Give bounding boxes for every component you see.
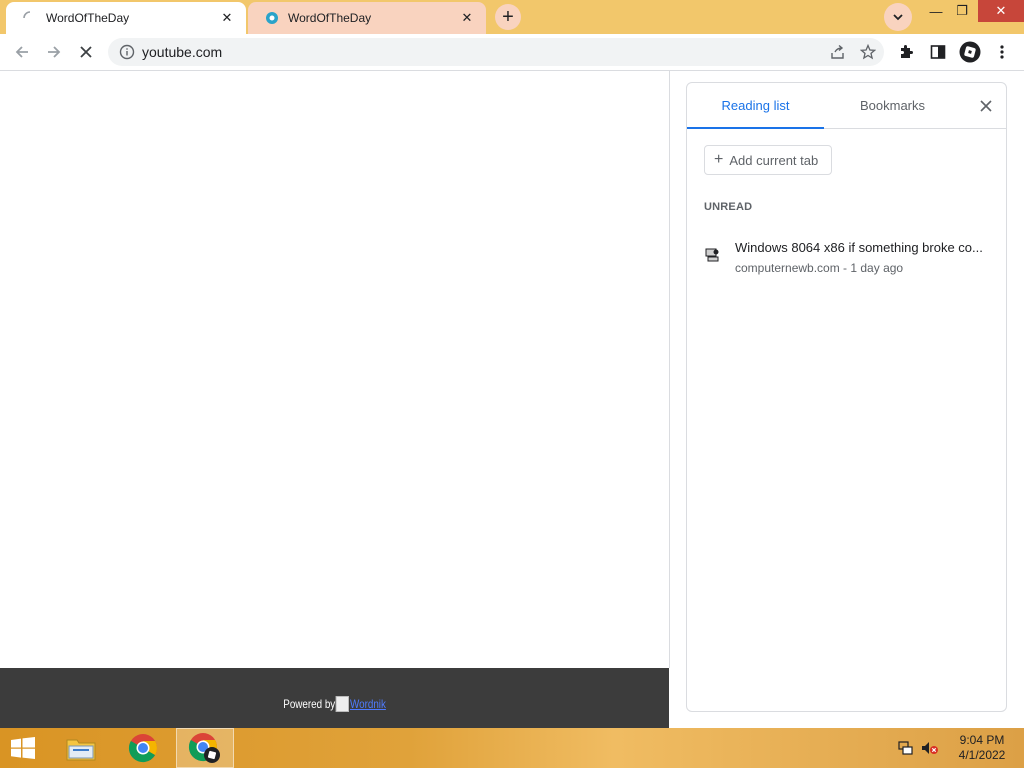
share-button[interactable] bbox=[824, 40, 852, 64]
share-icon bbox=[831, 44, 844, 59]
broken-image-icon bbox=[335, 696, 350, 712]
wordnik-link[interactable]: Wordnik bbox=[335, 696, 386, 712]
tab-close-icon[interactable]: ✕ bbox=[218, 9, 236, 27]
start-button[interactable] bbox=[0, 728, 46, 768]
site-info-icon[interactable] bbox=[118, 43, 136, 61]
tab-wordoftheday-active[interactable]: WordOfTheDay ✕ bbox=[6, 2, 246, 34]
puzzle-icon bbox=[901, 45, 913, 58]
chrome-profile-icon bbox=[188, 733, 220, 763]
arrow-right-icon bbox=[48, 46, 61, 58]
tab-wordoftheday[interactable]: WordOfTheDay ✕ bbox=[248, 2, 486, 34]
windows-logo-icon bbox=[11, 737, 35, 759]
close-icon bbox=[980, 100, 992, 112]
computer-favicon-icon bbox=[704, 247, 720, 263]
chrome-icon bbox=[128, 734, 157, 763]
powered-by: Powered by Wordnik bbox=[283, 680, 386, 728]
tab-bookmarks[interactable]: Bookmarks bbox=[824, 83, 961, 128]
reading-list-item[interactable]: Windows 8064 x86 if something broke co..… bbox=[687, 233, 1006, 279]
tab-strip: WordOfTheDay ✕ WordOfTheDay ✕ + — ❐ ✕ bbox=[0, 0, 1024, 34]
close-side-panel-button[interactable] bbox=[976, 96, 996, 116]
system-clock[interactable]: 9:04 PM 4/1/2022 bbox=[950, 733, 1014, 763]
back-button[interactable] bbox=[10, 40, 34, 64]
tab-search-button[interactable] bbox=[884, 3, 912, 31]
forward-button[interactable] bbox=[42, 40, 66, 64]
stop-loading-button[interactable] bbox=[74, 40, 98, 64]
chrome-taskbar-button[interactable] bbox=[120, 728, 166, 768]
side-panel-icon bbox=[930, 45, 946, 59]
volume-muted-icon[interactable] bbox=[921, 740, 939, 756]
chrome-profile-taskbar-button[interactable] bbox=[176, 728, 234, 768]
side-panel-tabs: Reading list Bookmarks bbox=[687, 83, 1006, 129]
address-bar[interactable]: youtube.com bbox=[108, 38, 884, 66]
browser-toolbar: youtube.com bbox=[0, 34, 1024, 71]
clock-date: 4/1/2022 bbox=[958, 748, 1006, 762]
windows-taskbar: 9:04 PM 4/1/2022 bbox=[0, 728, 1024, 768]
add-current-tab-label: Add current tab bbox=[729, 152, 819, 168]
tab-title: WordOfTheDay bbox=[288, 11, 372, 25]
add-current-tab-button[interactable]: + Add current tab bbox=[704, 145, 832, 175]
browser-menu-button[interactable] bbox=[990, 40, 1014, 64]
avatar-icon bbox=[959, 41, 981, 63]
clock-time: 9:04 PM bbox=[959, 733, 1005, 747]
web-page-content bbox=[0, 71, 670, 668]
side-panel-button[interactable] bbox=[926, 40, 950, 64]
close-window-button[interactable]: ✕ bbox=[978, 0, 1024, 22]
page-footer: Powered by Wordnik bbox=[0, 668, 669, 728]
folder-icon bbox=[66, 739, 96, 761]
loading-spinner-icon bbox=[22, 10, 38, 26]
profile-avatar-button[interactable] bbox=[958, 40, 982, 64]
more-vertical-icon bbox=[1000, 45, 1004, 59]
extensions-button[interactable] bbox=[894, 40, 918, 64]
new-tab-button[interactable]: + bbox=[495, 4, 521, 30]
tab-close-icon[interactable]: ✕ bbox=[458, 9, 476, 27]
arrow-left-icon bbox=[15, 46, 28, 58]
network-icon[interactable] bbox=[897, 740, 915, 756]
star-icon bbox=[860, 44, 876, 60]
reading-list-item-meta: computernewb.com - 1 day ago bbox=[735, 261, 904, 275]
wordnik-link-text: Wordnik bbox=[349, 697, 386, 711]
url-text[interactable]: youtube.com bbox=[142, 44, 824, 60]
plus-icon: + bbox=[714, 151, 724, 168]
chevron-down-icon bbox=[893, 14, 903, 21]
file-explorer-button[interactable] bbox=[58, 728, 104, 768]
restore-button[interactable]: ❐ bbox=[946, 0, 978, 22]
reading-list-item-title: Windows 8064 x86 if something broke co..… bbox=[735, 240, 983, 255]
close-icon bbox=[80, 46, 92, 58]
section-unread-label: UNREAD bbox=[704, 201, 753, 213]
tab-reading-list[interactable]: Reading list bbox=[687, 83, 824, 129]
powered-by-text: Powered by bbox=[283, 697, 336, 711]
site-favicon-icon bbox=[264, 10, 280, 26]
reading-list-side-panel: Reading list Bookmarks + Add current tab… bbox=[686, 82, 1007, 712]
tab-title: WordOfTheDay bbox=[46, 11, 130, 25]
bookmark-star-button[interactable] bbox=[854, 40, 882, 64]
